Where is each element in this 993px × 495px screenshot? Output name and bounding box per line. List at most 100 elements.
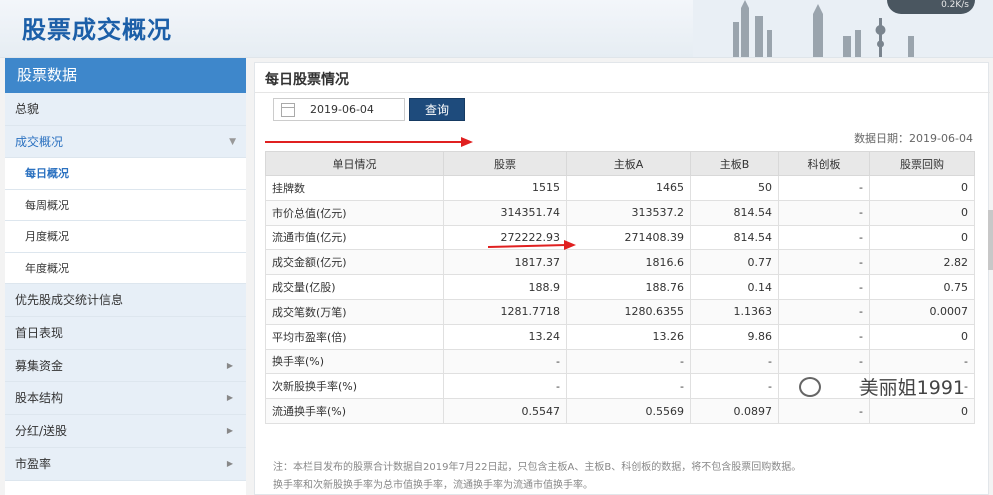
header-banner: 股票成交概况 0.2K/s (0, 0, 993, 58)
sidebar-item-first-day[interactable]: 首日表现 (5, 317, 246, 350)
row-label: 流通市值(亿元) (265, 224, 444, 251)
table-cell: - (690, 373, 779, 400)
sidebar-item-label: 股本结构 (15, 391, 64, 406)
table-row: 流通换手率(%) 0.5547 0.5569 0.0897-0 (265, 398, 975, 424)
scrollbar[interactable] (988, 210, 993, 270)
sidebar-item-label: 总貌 (15, 102, 40, 116)
table-cell: - (778, 323, 870, 350)
table-cell: 0.5569 (566, 398, 691, 424)
table-cell: 0.0007 (869, 298, 975, 325)
table-cell: 2.82 (869, 249, 975, 276)
table-row: 成交笔数(万笔) 1281.7718 1280.6355 1.1363-0.0007 (265, 298, 975, 325)
section-title: 每日股票情况 (265, 72, 349, 88)
column-header: 单日情况 (265, 151, 444, 176)
table-cell: 314351.74 (443, 199, 567, 226)
table-cell: 0.5547 (443, 398, 567, 424)
sidebar-item-dividend[interactable]: 分红/送股 ▶ (5, 415, 246, 448)
network-speed-text: 0.2K/s (941, 0, 969, 10)
chevron-right-icon: ▶ (226, 458, 233, 468)
column-header: 科创板 (778, 151, 870, 176)
table-cell: 1515 (443, 175, 567, 201)
column-header: 股票回购 (869, 151, 975, 176)
table-cell: - (566, 373, 691, 400)
wechat-icon (799, 377, 821, 397)
row-label: 挂牌数 (265, 175, 444, 201)
query-button[interactable]: 查询 (409, 98, 465, 121)
table-row: 平均市盈率(倍) 13.24 13.26 9.86-0 (265, 323, 975, 350)
table-cell: 0 (869, 175, 975, 201)
sidebar-item-overview[interactable]: 总貌 (5, 93, 246, 126)
page-title: 股票成交概况 (22, 16, 172, 44)
red-arrow-annotation (488, 240, 576, 250)
table-row: 挂牌数 1515 1465 50-0 (265, 175, 975, 201)
sidebar-item-monthly[interactable]: 月度概况 (5, 221, 246, 253)
row-label: 成交金额(亿元) (265, 249, 444, 276)
sidebar-item-fundraising[interactable]: 募集资金 ▶ (5, 349, 246, 383)
row-label: 市价总值(亿元) (265, 199, 444, 226)
watermark-text: 美丽姐1991 (859, 377, 965, 399)
table-cell: 0.0897 (690, 398, 779, 424)
sidebar-item-yearly[interactable]: 年度概况 (5, 252, 246, 285)
table-cell: - (778, 274, 870, 300)
sidebar-item-weekly[interactable]: 每周概况 (5, 189, 246, 222)
row-label: 成交量(亿股) (265, 274, 444, 300)
chevron-down-icon: ▼ (229, 136, 236, 147)
sidebar-item-label: 每日概况 (25, 167, 69, 181)
table-cell: - (778, 298, 870, 325)
table-cell: - (778, 398, 870, 424)
chevron-right-icon: ▶ (226, 426, 233, 436)
table-cell: 50 (690, 175, 779, 201)
table-row: 市价总值(亿元) 314351.74 313537.2 814.54-0 (265, 199, 975, 226)
sidebar-item-preferred-stock[interactable]: 优先股成交统计信息 (5, 284, 246, 318)
chevron-right-icon: ▶ (226, 393, 233, 403)
chevron-right-icon: ▶ (226, 360, 233, 370)
sidebar-header: 股票数据 (5, 58, 246, 93)
table-cell: - (869, 348, 975, 375)
table-cell: - (778, 199, 870, 226)
table-row: 流通市值(亿元) 272222.93 271408.39 814.54-0 (265, 224, 975, 251)
table-cell: 1281.7718 (443, 298, 567, 325)
row-label: 换手率(%) (265, 348, 444, 375)
row-label: 次新股换手率(%) (265, 373, 444, 400)
table-cell: 188.76 (566, 274, 691, 300)
table-cell: 1816.6 (566, 249, 691, 276)
sidebar-item-daily[interactable]: 每日概况 (5, 158, 246, 190)
sidebar-item-share-structure[interactable]: 股本结构 ▶ (5, 382, 246, 416)
data-date-label: 数据日期：2019-06-04 (854, 132, 973, 145)
table-cell: 0 (869, 323, 975, 350)
table-cell: - (778, 175, 870, 201)
table-cell: 0 (869, 398, 975, 424)
sidebar-item-label: 年度概况 (25, 261, 69, 275)
sidebar-item-label: 募集资金 (15, 358, 64, 373)
sidebar-item-pe-ratio[interactable]: 市盈率 ▶ (5, 447, 246, 481)
sidebar-item-trading-overview[interactable]: 成交概况 ▼ (5, 125, 246, 159)
divider (255, 92, 990, 93)
sidebar-item-label: 首日表现 (15, 326, 64, 341)
table-cell: 9.86 (690, 323, 779, 350)
table-cell: 0 (869, 199, 975, 226)
column-header: 主板A (566, 151, 691, 176)
table-cell: 0.14 (690, 274, 779, 300)
table-cell: 0.77 (690, 249, 779, 276)
calendar-icon[interactable] (281, 103, 295, 117)
table-cell: - (778, 373, 870, 400)
table-cell: 1.1363 (690, 298, 779, 325)
table-cell: 0.75 (869, 274, 975, 300)
column-header: 主板B (690, 151, 779, 176)
table-cell: - (690, 348, 779, 375)
table-cell: 1465 (566, 175, 691, 201)
main-panel: 每日股票情况 2019-06-04 查询 数据日期：2019-06-04 单日情… (254, 62, 990, 495)
table-row: 成交量(亿股) 188.9 188.76 0.14-0.75 (265, 274, 975, 300)
footnote-line: 换手率和次新股换手率为总市值换手率，流通换手率为流通市值换手率。 (273, 480, 593, 491)
table-cell: 13.26 (566, 323, 691, 350)
table-cell: - (778, 348, 870, 375)
table-cell: 313537.2 (566, 199, 691, 226)
table-cell: 1280.6355 (566, 298, 691, 325)
table-cell: - (566, 348, 691, 375)
table-cell: 814.54 (690, 199, 779, 226)
table-cell: 13.24 (443, 323, 567, 350)
date-input[interactable]: 2019-06-04 (273, 98, 405, 121)
sidebar-item-label: 月度概况 (25, 230, 69, 244)
table-cell: - (778, 224, 870, 251)
row-label: 流通换手率(%) (265, 398, 444, 424)
